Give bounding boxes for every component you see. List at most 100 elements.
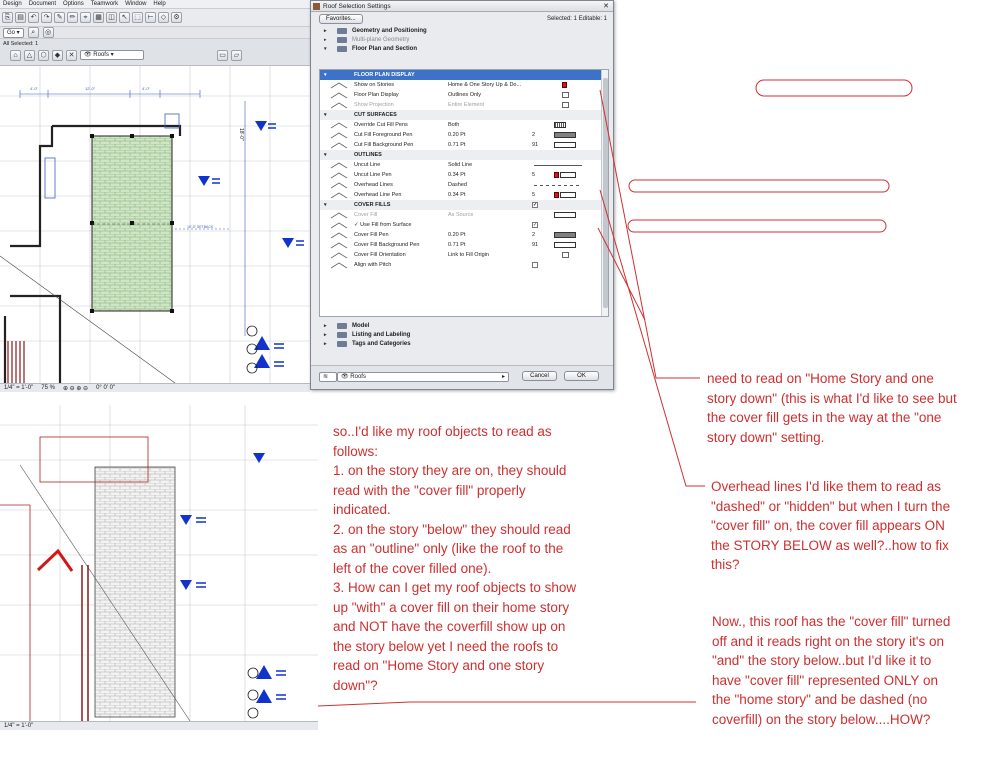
group-header[interactable]: ▾ CUT SURFACES bbox=[320, 110, 608, 120]
copy-icon[interactable]: ⎘ bbox=[2, 12, 13, 23]
line-dashed-icon[interactable] bbox=[534, 182, 582, 189]
property-value[interactable]: Home & One Story Up & Do... bbox=[448, 82, 521, 88]
chevron-down-icon[interactable]: ▾ bbox=[324, 112, 327, 118]
undo-icon[interactable]: ↶ bbox=[28, 12, 39, 23]
group-header[interactable]: ▾ OUTLINES bbox=[320, 150, 608, 160]
property-value[interactable]: Both bbox=[448, 122, 459, 128]
geometry-icon[interactable]: ⬡ bbox=[38, 50, 49, 61]
group-header[interactable]: ▾ FLOOR PLAN DISPLAY bbox=[320, 70, 608, 80]
scroll-thumb[interactable] bbox=[603, 78, 608, 308]
roof-shape-icon[interactable]: △ bbox=[24, 50, 35, 61]
menu-item[interactable]: Design bbox=[3, 1, 22, 7]
property-value[interactable]: 0.34 Pt bbox=[448, 172, 465, 178]
property-row[interactable]: Cover Fill As Source bbox=[320, 210, 608, 220]
swatch-white-icon[interactable] bbox=[554, 141, 578, 149]
property-value[interactable]: Solid Line bbox=[448, 162, 472, 168]
go-menu[interactable]: Go ▾ bbox=[3, 27, 24, 38]
plan-view-icon[interactable]: ▭ bbox=[217, 50, 228, 61]
property-row[interactable]: Floor Plan Display Outlines Only bbox=[320, 90, 608, 100]
red-icon-icon[interactable] bbox=[554, 81, 578, 89]
section-header[interactable]: ▸ Tags and Categories bbox=[311, 339, 613, 348]
property-checkbox[interactable] bbox=[532, 262, 538, 268]
line-solid-icon[interactable] bbox=[534, 162, 582, 169]
section-header[interactable]: ▸ Model bbox=[311, 321, 613, 330]
property-row[interactable]: Cover Fill Pen 0.20 Pt 2 bbox=[320, 230, 608, 240]
swatch-white-icon[interactable] bbox=[554, 241, 578, 249]
chevron-right-icon[interactable]: ▸ bbox=[324, 323, 332, 329]
cancel-button[interactable]: Cancel bbox=[522, 371, 557, 381]
snap-icon[interactable]: ⌖ bbox=[80, 12, 91, 23]
disclosure-triangle-icon[interactable]: ▾ bbox=[324, 46, 332, 52]
property-value[interactable]: 0.34 Pt bbox=[448, 192, 465, 198]
arrow-tool-icon[interactable]: ↖ bbox=[119, 12, 130, 23]
property-value[interactable]: Dashed bbox=[448, 182, 467, 188]
pen-number[interactable]: 2 bbox=[532, 232, 535, 238]
menu-item[interactable]: Document bbox=[29, 1, 56, 7]
section-header[interactable]: ▸ Multi-plane Geometry bbox=[311, 35, 613, 44]
menu-item[interactable]: Window bbox=[125, 1, 146, 7]
close-x-icon[interactable]: ✕ bbox=[66, 50, 77, 61]
close-icon[interactable]: ✕ bbox=[603, 1, 609, 12]
chevron-down-icon[interactable]: ▾ bbox=[324, 202, 327, 208]
angle-readout-top[interactable]: 0° 0' 0" bbox=[96, 385, 115, 391]
marquee-icon[interactable]: ⬚ bbox=[132, 12, 143, 23]
group-header[interactable]: ▾ COVER FILLS ✓ bbox=[320, 200, 608, 210]
property-row[interactable]: ✓ Use Fill from Surface ✓ bbox=[320, 220, 608, 230]
chevron-down-icon[interactable]: ▾ bbox=[324, 72, 327, 78]
property-value[interactable]: 0.20 Pt bbox=[448, 232, 465, 238]
pencil-icon[interactable]: ✏ bbox=[67, 12, 78, 23]
layer-icon[interactable]: ◫ bbox=[106, 12, 117, 23]
icon-icon[interactable] bbox=[554, 101, 578, 109]
property-value[interactable]: Entire Element bbox=[448, 102, 484, 108]
property-value[interactable]: 0.71 Pt bbox=[448, 142, 465, 148]
property-row[interactable]: Show Projection Entire Element bbox=[320, 100, 608, 110]
pen-number[interactable]: 5 bbox=[532, 172, 535, 178]
paste-icon[interactable]: ▤ bbox=[15, 12, 26, 23]
disclosure-triangle-icon[interactable]: ▸ bbox=[324, 37, 332, 43]
property-value[interactable]: 0.20 Pt bbox=[448, 132, 465, 138]
pattern-icon[interactable] bbox=[554, 121, 578, 129]
pen-number[interactable]: 5 bbox=[532, 192, 535, 198]
scale-readout-top[interactable]: 1/4" = 1'-0" bbox=[4, 385, 33, 391]
property-value[interactable]: As Source bbox=[448, 212, 473, 218]
section-header[interactable]: ▸ Geometry and Positioning bbox=[311, 26, 613, 35]
measure-icon[interactable]: ⊢ bbox=[145, 12, 156, 23]
property-value[interactable]: Link to Fill Origin bbox=[448, 252, 489, 258]
layer-icon-button[interactable]: ≋ bbox=[319, 372, 337, 382]
swatch-gray-icon[interactable] bbox=[554, 131, 578, 139]
property-row[interactable]: Align with Pitch bbox=[320, 260, 608, 270]
property-row[interactable]: Overhead Line Pen 0.34 Pt 5 bbox=[320, 190, 608, 200]
icon-icon[interactable] bbox=[554, 91, 578, 99]
property-row[interactable]: Cover Fill Orientation Link to Fill Origi… bbox=[320, 250, 608, 260]
menu-item[interactable]: Help bbox=[153, 1, 165, 7]
ok-button[interactable]: OK bbox=[564, 371, 599, 381]
panel-scrollbar[interactable] bbox=[601, 70, 608, 316]
pen-number[interactable]: 2 bbox=[532, 132, 535, 138]
scale-readout-bottom[interactable]: 1/4" = 1'-0" bbox=[4, 723, 33, 729]
element-type-select[interactable]: 👁 Roofs ▾ bbox=[80, 50, 144, 60]
property-checkbox[interactable]: ✓ bbox=[532, 222, 538, 228]
layer-select[interactable]: 👁 Roofs ▸ bbox=[337, 372, 509, 382]
eyedropper-icon[interactable]: ✎ bbox=[54, 12, 65, 23]
icon-icon[interactable] bbox=[554, 251, 578, 259]
grid-icon[interactable]: ▦ bbox=[93, 12, 104, 23]
disclosure-triangle-icon[interactable]: ▸ bbox=[324, 28, 332, 34]
search-icon[interactable]: ⌕ bbox=[27, 27, 39, 38]
property-row[interactable]: Show on Stories Home & One Story Up & Do.… bbox=[320, 80, 608, 90]
section-header[interactable]: ▸ Listing and Labeling bbox=[311, 330, 613, 339]
section-header[interactable]: ▾ Floor Plan and Section bbox=[311, 44, 613, 53]
floor-icon[interactable]: ▱ bbox=[231, 50, 242, 61]
property-row[interactable]: Uncut Line Pen 0.34 Pt 5 bbox=[320, 170, 608, 180]
property-row[interactable]: Cut Fill Background Pen 0.71 Pt 91 bbox=[320, 140, 608, 150]
zoom-readout-top[interactable]: 75 % bbox=[41, 385, 55, 391]
property-row[interactable]: Cover Fill Background Pen 0.71 Pt 91 bbox=[320, 240, 608, 250]
property-row[interactable]: Uncut Line Solid Line bbox=[320, 160, 608, 170]
swatch-gray-icon[interactable] bbox=[554, 231, 578, 239]
property-row[interactable]: Cut Fill Foreground Pen 0.20 Pt 2 bbox=[320, 130, 608, 140]
roof-type-icon[interactable]: ⌂ bbox=[10, 50, 21, 61]
swatch-red-icon[interactable] bbox=[554, 171, 578, 179]
floor-plan-view-bottom[interactable] bbox=[0, 405, 318, 721]
menu-item[interactable]: Teamwork bbox=[91, 1, 118, 7]
group-checkbox[interactable]: ✓ bbox=[532, 202, 538, 208]
property-row[interactable]: Override Cut Fill Pens Both bbox=[320, 120, 608, 130]
